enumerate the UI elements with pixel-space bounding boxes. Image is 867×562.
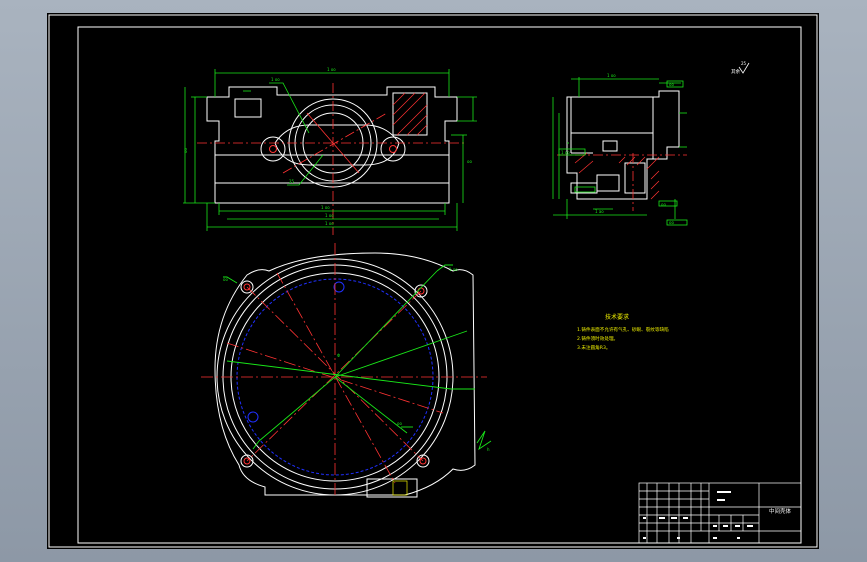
svg-text:oo: oo: [183, 148, 188, 153]
svg-text:oo: oo: [669, 82, 674, 87]
svg-text:1 oo: 1 oo: [449, 267, 458, 272]
svg-text:1 oo: 1 oo: [271, 77, 280, 82]
svg-text:1 ao: 1 ao: [595, 209, 604, 214]
svg-text:oo: oo: [223, 277, 228, 282]
svg-text:Φ: Φ: [337, 353, 340, 358]
svg-text:oo: oo: [467, 159, 472, 164]
technical-requirements: 技术要求 1.铸件表面不允许有气孔、砂眼、裂纹等缺陷 2.铸件须时效处理。 3.…: [577, 313, 669, 351]
tech-req-line-3: 3.未注圆角R3。: [577, 344, 610, 351]
svg-text:oo: oo: [669, 220, 674, 225]
svg-text:oo: oo: [397, 421, 402, 426]
sheet-inner-border: [77, 26, 802, 544]
cad-viewport[interactable]: 1 oo oo 1 oo 1 oo 1 oo oo 1 oo 25 1 oo o…: [47, 13, 819, 549]
svg-text:25: 25: [289, 179, 295, 184]
tech-req-line-1: 1.铸件表面不允许有气孔、砂眼、裂纹等缺陷: [577, 326, 669, 333]
tech-req-line-2: 2.铸件须时效处理。: [577, 335, 618, 342]
svg-text:1 oo: 1 oo: [607, 73, 616, 78]
tech-req-heading: 技术要求: [605, 313, 629, 321]
svg-text:oo: oo: [661, 202, 666, 207]
svg-text:1 oo: 1 oo: [561, 150, 570, 155]
engineering-drawing: 1 oo oo 1 oo 1 oo 1 oo oo 1 oo 25 1 oooo1 oo …: [48, 14, 818, 548]
svg-text:1 oo: 1 oo: [325, 213, 334, 218]
front-view: 1 oo oo 1 oo 1 oo 1 oo oo 1 oo 25: [183, 67, 477, 235]
roughness-note: 其余 25: [731, 61, 750, 75]
sheet-outer-border: [48, 14, 818, 548]
roughness-note-label: 其余: [731, 68, 740, 75]
side-section-view: 1 oo oo 1 oo oo oo 1 ao: [552, 73, 688, 226]
svg-text:25: 25: [741, 61, 747, 66]
svg-text:1 oo: 1 oo: [327, 67, 336, 72]
drawing-title: 中间壳体: [769, 507, 792, 515]
svg-text:1 oo: 1 oo: [321, 205, 330, 210]
svg-text:h: h: [487, 447, 490, 452]
svg-text:1 oo: 1 oo: [325, 221, 334, 226]
plan-view: Φ 1 oo oo oo h: [201, 243, 492, 498]
